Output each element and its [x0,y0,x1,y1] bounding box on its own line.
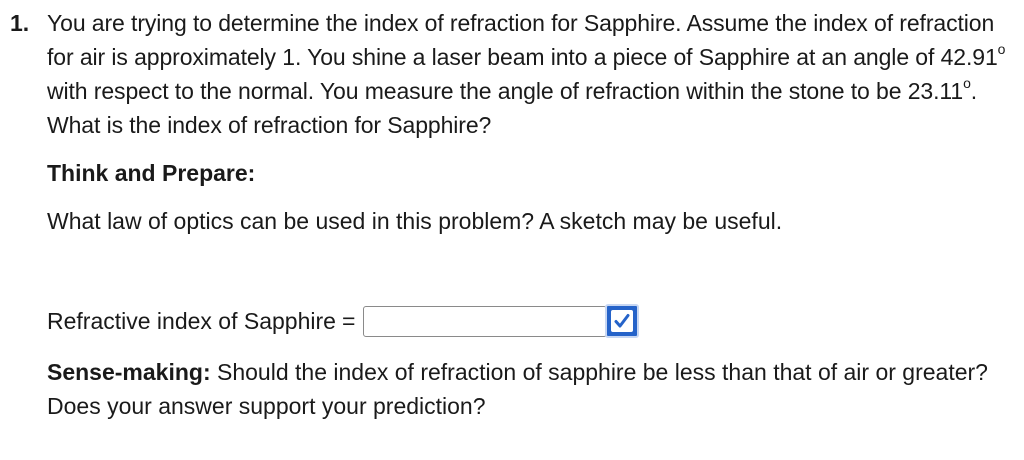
check-answer-button[interactable] [605,304,640,338]
equals-sign: = [341,308,356,334]
refractive-index-input[interactable] [363,305,608,337]
incident-angle: 42.91 [940,44,998,70]
refraction-angle: 23.11 [907,78,964,104]
think-heading: Think and Prepare: [47,160,256,186]
sense-making-label: Sense-making: [47,359,211,385]
sense-making-text: Sense-making: Should the index of refrac… [47,355,1014,423]
degree-symbol: o [963,75,971,92]
question-part-1: You are trying to determine the index of… [47,10,995,70]
problem-body: You are trying to determine the index of… [47,6,1014,423]
degree-symbol: o [997,41,1006,58]
question-part-2: with respect to the normal. You measure … [47,78,908,104]
question-text: You are trying to determine the index of… [47,6,1014,142]
checkmark-icon [611,310,634,332]
problem-number: 1. [10,10,30,36]
answer-label: Refractive index of Sapphire [47,308,336,334]
think-prompt: What law of optics can be used in this p… [47,208,783,234]
problem-1: 1. You are trying to determine the index… [10,6,1014,423]
answer-row: Refractive index of Sapphire = [47,301,1014,341]
